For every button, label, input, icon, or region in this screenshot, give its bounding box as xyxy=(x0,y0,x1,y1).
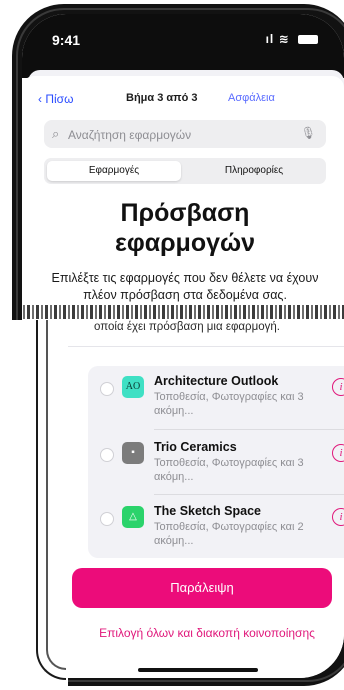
row-divider xyxy=(154,494,344,495)
app-icon-trio-ceramics: ▪ xyxy=(122,442,144,464)
render-artifact xyxy=(22,305,344,319)
nav-bar: ‹ Πίσω Βήμα 3 από 3 Ασφάλεια xyxy=(28,84,344,112)
search-placeholder: Αναζήτηση εφαρμογών xyxy=(68,128,192,142)
app-row-sketch-space[interactable]: △ The Sketch Space Τοποθεσία, Φωτογραφίε… xyxy=(88,496,344,556)
back-button[interactable]: ‹ Πίσω xyxy=(38,92,73,106)
home-indicator xyxy=(138,668,258,672)
tab-apps[interactable]: Εφαρμογές xyxy=(47,161,181,181)
search-input[interactable]: ⌕ Αναζήτηση εφαρμογών 🎙 xyxy=(44,120,326,148)
app-icon-sketch-space: △ xyxy=(122,506,144,528)
app-list: AO Architecture Outlook Τοποθεσία, Φωτογ… xyxy=(88,366,344,558)
tab-info[interactable]: Πληροφορίες xyxy=(186,161,322,181)
select-radio[interactable] xyxy=(100,512,114,526)
status-time: 9:41 xyxy=(52,32,81,48)
app-permissions: Τοποθεσία, Φωτογραφίες και 2 ακόμη... xyxy=(154,521,304,547)
skip-button[interactable]: Παράλειψη xyxy=(72,568,332,608)
select-all-stop-sharing-link[interactable]: Επιλογή όλων και διακοπή κοινοποίησης xyxy=(70,626,344,640)
status-bar: 9:41 ıl ≋ xyxy=(22,14,344,64)
segmented-control: Εφαρμογές Πληροφορίες xyxy=(44,158,326,184)
page-description-2: οποία έχει πρόσβαση μια εφαρμογή. xyxy=(94,321,280,333)
signal-icon: ıl xyxy=(265,32,275,46)
phone-bezel-inner xyxy=(46,320,66,670)
page-description: Επιλέξτε τις εφαρμογές που δεν θέλετε να… xyxy=(51,271,319,302)
app-row-trio-ceramics[interactable]: ▪ Trio Ceramics Τοποθεσία, Φωτογραφίες κ… xyxy=(88,432,344,492)
page-title: Πρόσβαση εφαρμογών xyxy=(44,198,326,258)
microphone-icon[interactable]: 🎙 xyxy=(301,126,316,140)
app-row-architecture-outlook[interactable]: AO Architecture Outlook Τοποθεσία, Φωτογ… xyxy=(88,366,344,426)
nav-right-link[interactable]: Ασφάλεια xyxy=(228,92,275,104)
chevron-left-icon: ‹ xyxy=(38,92,42,106)
search-icon: ⌕ xyxy=(52,126,60,141)
app-permissions: Τοποθεσία, Φωτογραφίες και 3 ακόμη... xyxy=(154,457,304,483)
status-icons: ıl ≋ xyxy=(266,32,318,46)
info-icon[interactable]: i xyxy=(332,378,344,396)
nav-title: Βήμα 3 από 3 xyxy=(126,92,198,104)
row-divider xyxy=(154,429,344,430)
app-name: The Sketch Space xyxy=(154,504,261,518)
app-icon-architecture-outlook: AO xyxy=(122,376,144,398)
select-radio[interactable] xyxy=(100,448,114,462)
app-name: Trio Ceramics xyxy=(154,440,237,454)
info-icon[interactable]: i xyxy=(332,508,344,526)
page-title-line1: Πρόσβαση xyxy=(120,199,250,227)
app-permissions: Τοποθεσία, Φωτογραφίες και 3 ακόμη... xyxy=(154,391,304,417)
battery-icon xyxy=(298,35,318,45)
info-icon[interactable]: i xyxy=(332,444,344,462)
wifi-icon: ≋ xyxy=(278,32,290,46)
select-radio[interactable] xyxy=(100,382,114,396)
page-title-line2: εφαρμογών xyxy=(114,229,256,257)
divider xyxy=(22,346,344,347)
app-name: Architecture Outlook xyxy=(154,374,279,388)
back-label: Πίσω xyxy=(45,92,74,106)
